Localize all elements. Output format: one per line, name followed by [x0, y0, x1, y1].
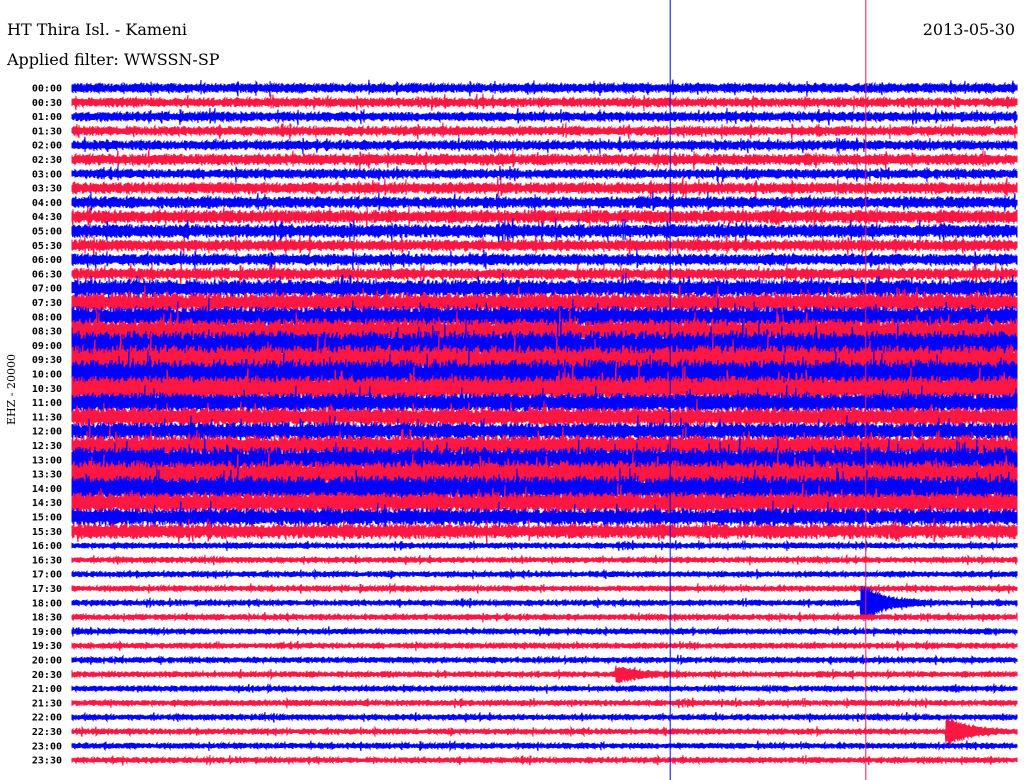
row-label: 02:00	[32, 141, 62, 152]
row-label: 02:30	[32, 155, 62, 166]
trace-line	[71, 625, 1018, 637]
row-label: 19:00	[32, 627, 62, 638]
row-label: 12:30	[32, 441, 62, 452]
row-label: 16:00	[32, 541, 62, 552]
trace-line	[71, 177, 1018, 199]
row-label: 08:30	[32, 327, 62, 338]
row-label: 17:30	[32, 584, 62, 595]
row-label: 04:30	[32, 212, 62, 223]
trace-line	[71, 122, 1018, 140]
row-label: 05:30	[32, 241, 62, 252]
trace-line	[71, 93, 1018, 112]
trace-line	[71, 718, 1018, 745]
row-label: 20:30	[32, 670, 62, 681]
row-label: 00:00	[32, 84, 62, 95]
trace-line	[71, 754, 1018, 767]
trace-line	[71, 654, 1018, 666]
row-label: 14:30	[32, 498, 62, 509]
trace-line	[71, 248, 1018, 270]
trace-line	[71, 107, 1018, 126]
row-label: 19:30	[32, 641, 62, 652]
trace-line	[71, 554, 1018, 566]
row-label: 06:00	[32, 255, 62, 266]
trace-line	[71, 136, 1018, 155]
row-label: 03:00	[32, 169, 62, 180]
row-label: 15:00	[32, 513, 62, 524]
row-label: 21:00	[32, 684, 62, 695]
row-label: 23:30	[32, 756, 62, 767]
row-label: 03:30	[32, 184, 62, 195]
trace-line	[71, 711, 1018, 723]
row-label: 06:30	[32, 269, 62, 280]
trace-line	[71, 539, 1018, 552]
row-label: 01:00	[32, 112, 62, 123]
row-label: 15:30	[32, 527, 62, 538]
trace-line	[71, 165, 1018, 184]
trace-line	[71, 682, 1018, 695]
row-label: 17:00	[32, 570, 62, 581]
row-label: 13:30	[32, 470, 62, 481]
trace-line	[71, 149, 1018, 170]
trace-line	[71, 568, 1018, 581]
trace-line	[71, 79, 1018, 97]
row-label: 21:30	[32, 698, 62, 709]
row-label: 10:30	[32, 384, 62, 395]
row-label: 22:00	[32, 713, 62, 724]
row-label: 09:30	[32, 355, 62, 366]
trace-line	[71, 583, 1018, 595]
row-label: 16:30	[32, 555, 62, 566]
row-label: 23:00	[32, 741, 62, 752]
row-label: 14:00	[32, 484, 62, 495]
row-label: 10:00	[32, 370, 62, 381]
trace-line	[71, 234, 1018, 257]
trace-line	[71, 696, 1018, 709]
row-label: 22:30	[32, 727, 62, 738]
trace-line	[71, 740, 1018, 752]
row-label: 12:00	[32, 427, 62, 438]
trace-line	[71, 665, 1018, 684]
trace-line	[71, 204, 1018, 229]
helicorder-plot: 00:00 00:30 01:00 01:30 02:00 02:30 03:00 03:30…	[32, 0, 1018, 780]
row-label: 08:00	[32, 312, 62, 323]
row-label: 00:30	[32, 98, 62, 109]
row-label: 04:00	[32, 198, 62, 209]
row-label: 20:00	[32, 656, 62, 667]
row-label: 11:30	[32, 412, 62, 423]
row-label: 18:30	[32, 613, 62, 624]
row-label: 13:00	[32, 455, 62, 466]
row-label: 05:00	[32, 227, 62, 238]
row-label: 18:00	[32, 598, 62, 609]
row-label: 01:30	[32, 126, 62, 137]
row-label: 07:30	[32, 298, 62, 309]
trace-line	[71, 639, 1018, 652]
row-label: 07:00	[32, 284, 62, 295]
row-label: 11:00	[32, 398, 62, 409]
row-label: 09:00	[32, 341, 62, 352]
